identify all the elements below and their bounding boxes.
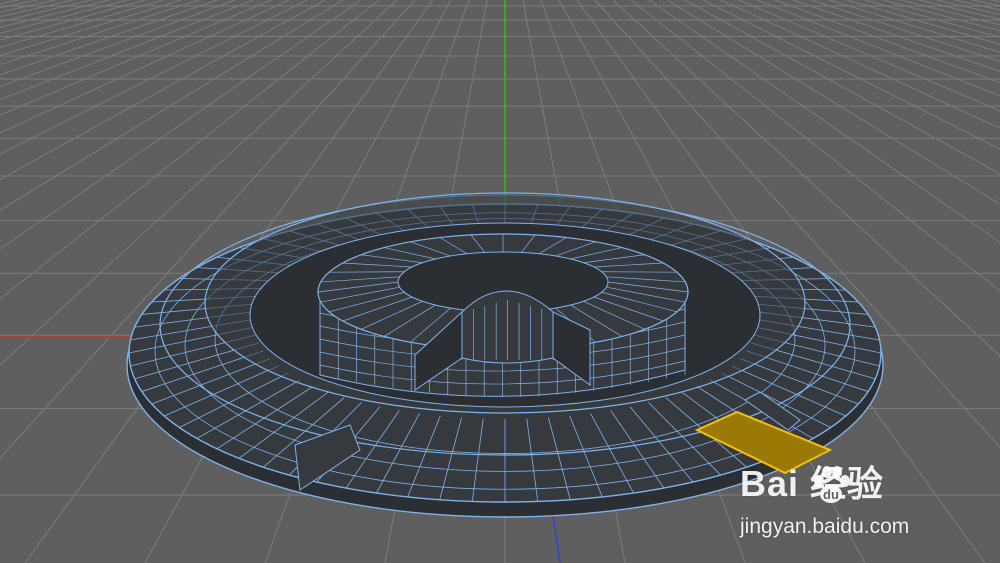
baidu-jingyan-watermark: Bai 经验 du jingyan.baidu.com xyxy=(740,455,950,545)
watermark-url: jingyan.baidu.com xyxy=(740,515,910,538)
paw-icon: du xyxy=(814,466,850,503)
baidu-logo: Bai 经验 du xyxy=(740,455,950,515)
svg-text:du: du xyxy=(823,487,839,502)
